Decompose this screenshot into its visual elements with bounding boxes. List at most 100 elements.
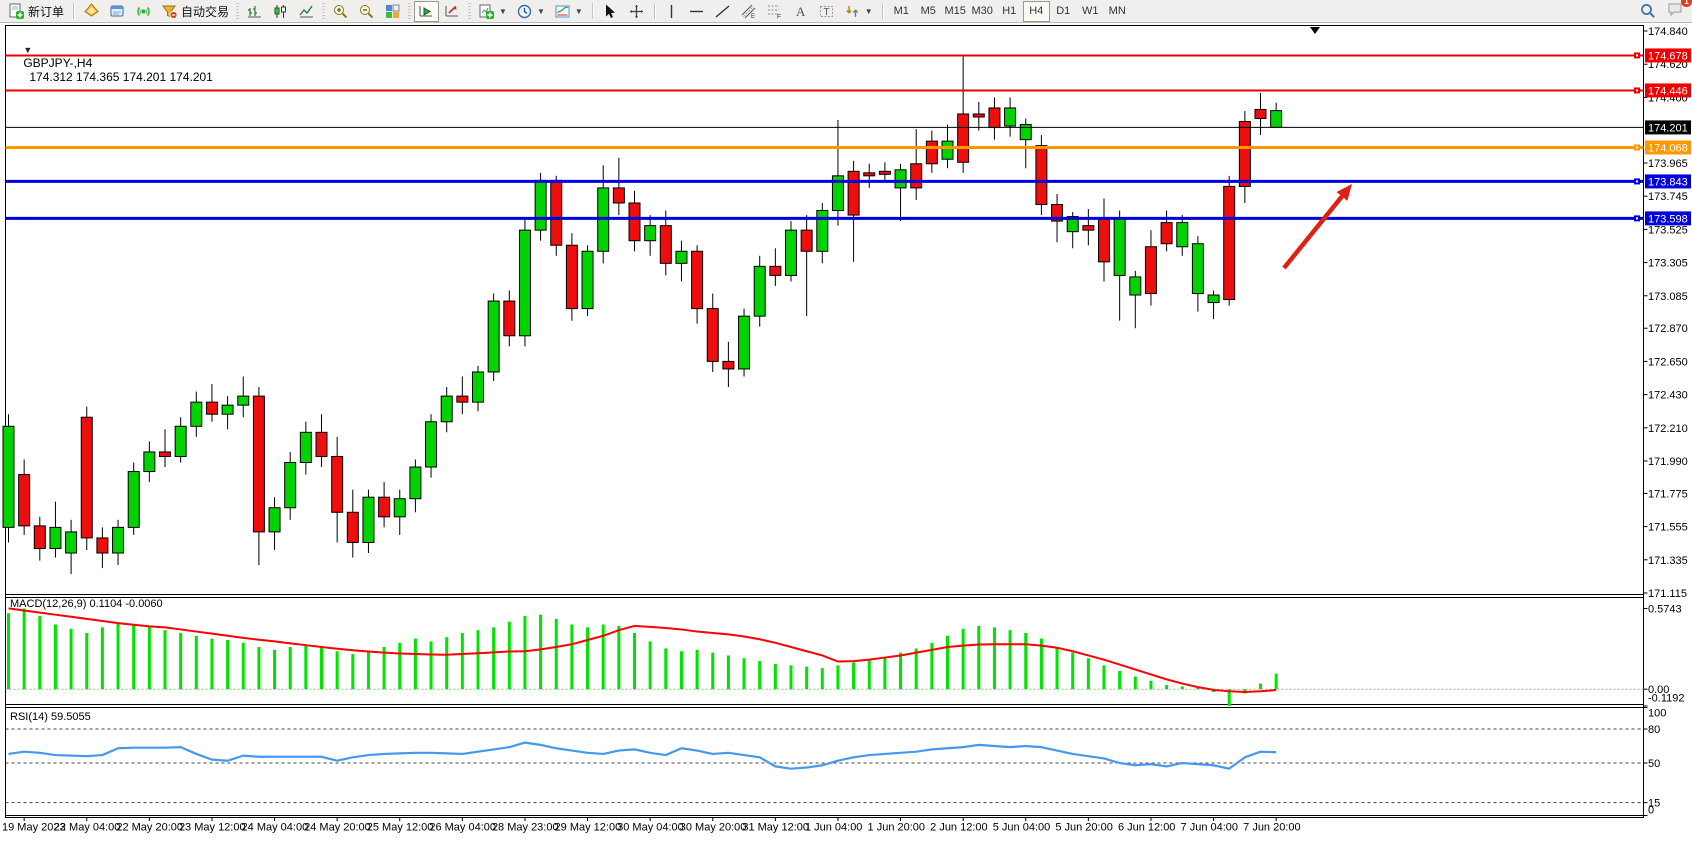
toolbar: 新订单 自动交易 ▼ ▼ — [0, 0, 1692, 23]
timeframe-button-mn[interactable]: MN — [1104, 1, 1131, 22]
trendline-button[interactable] — [710, 1, 735, 22]
horizontal-line-button[interactable] — [684, 1, 709, 22]
timeframe-button-m5[interactable]: M5 — [915, 1, 942, 22]
macd-histogram-bar — [915, 648, 918, 689]
line-chart-button[interactable] — [294, 1, 319, 22]
timeframe-button-m30[interactable]: M30 — [969, 1, 996, 22]
candle-bear — [911, 164, 922, 188]
label-button[interactable]: T — [814, 1, 839, 22]
signals-button[interactable] — [131, 1, 156, 22]
candle-bear — [958, 114, 969, 162]
timeframe-button-h4[interactable]: H4 — [1023, 1, 1050, 22]
new-order-icon — [8, 3, 25, 20]
crosshair-button[interactable] — [624, 1, 649, 22]
templates-button[interactable]: ▼ — [550, 1, 587, 22]
price-axis-label: 172.870 — [1648, 323, 1688, 335]
chart-background[interactable] — [6, 26, 1644, 818]
notification-badge[interactable]: 1 — [1681, 0, 1692, 7]
date-axis-label: 22 May 20:00 — [116, 822, 183, 834]
autoscroll-icon — [418, 3, 435, 20]
candle-bear — [332, 456, 343, 512]
macd-histogram-bar — [1024, 633, 1027, 689]
fibonacci-button[interactable]: F — [762, 1, 787, 22]
macd-histogram-bar — [210, 639, 213, 690]
text-button[interactable]: A — [788, 1, 813, 22]
macd-histogram-bar — [696, 650, 699, 689]
metaeditor-button[interactable] — [79, 1, 104, 22]
timeframe-button-w1[interactable]: W1 — [1077, 1, 1104, 22]
macd-histogram-bar — [1087, 658, 1090, 689]
candle-bear — [81, 417, 92, 538]
macd-histogram-bar — [743, 658, 746, 689]
candle-bull — [175, 426, 186, 456]
macd-histogram-bar — [539, 615, 542, 690]
macd-histogram-bar — [1149, 681, 1152, 689]
candle-bull — [1208, 295, 1219, 303]
toolbar-grip — [408, 3, 411, 19]
macd-axis-label: -0.1192 — [1648, 693, 1685, 705]
autotrading-button[interactable]: 自动交易 — [157, 1, 233, 22]
cursor-button[interactable] — [598, 1, 623, 22]
chart-shift-button[interactable] — [440, 1, 465, 22]
candlestick-chart-icon — [272, 3, 289, 20]
label-icon: T — [818, 3, 835, 20]
candle-bull — [410, 467, 421, 499]
candle-bear — [707, 309, 718, 362]
new-order-button[interactable]: 新订单 — [4, 1, 68, 22]
toolbar-separator — [654, 3, 655, 19]
periods-button[interactable]: ▼ — [512, 1, 549, 22]
macd-histogram-bar — [117, 623, 120, 689]
timeframe-button-m1[interactable]: M1 — [888, 1, 915, 22]
cursor-icon — [602, 3, 619, 20]
collapse-triangle-icon[interactable]: ▼ — [23, 45, 32, 55]
new-order-label: 新订单 — [28, 3, 64, 20]
autoscroll-button[interactable] — [414, 1, 439, 22]
macd-histogram-bar — [836, 665, 839, 689]
candlestick-chart-button[interactable] — [268, 1, 293, 22]
macd-histogram-bar — [54, 625, 57, 690]
macd-histogram-bar — [899, 653, 902, 690]
price-axis-label: 171.115 — [1648, 588, 1687, 600]
arrows-button[interactable]: ▼ — [840, 1, 877, 22]
timeframe-button-h1[interactable]: H1 — [996, 1, 1023, 22]
macd-histogram-bar — [790, 665, 793, 689]
date-axis-label: 25 May 12:00 — [367, 822, 434, 834]
equidistant-channel-button[interactable]: E — [736, 1, 761, 22]
zoom-out-button[interactable] — [354, 1, 379, 22]
toolbar-separator — [73, 3, 74, 19]
price-chart[interactable]: 174.840174.620174.400173.965173.745173.5… — [0, 0, 1692, 839]
price-axis-label: 171.775 — [1648, 488, 1688, 500]
crosshair-icon — [628, 3, 645, 20]
dropdown-caret: ▼ — [865, 7, 873, 16]
vertical-line-button[interactable] — [660, 1, 683, 22]
macd-histogram-bar — [727, 655, 730, 689]
candle-bear — [629, 203, 640, 241]
bar-chart-button[interactable] — [242, 1, 267, 22]
trendline-icon — [714, 3, 731, 20]
macd-indicator-label: MACD(12,26,9) 0.1104 -0.0060 — [10, 598, 163, 610]
candle-bull — [66, 532, 77, 553]
candle-bear — [989, 108, 1000, 128]
candle-bull — [191, 402, 202, 426]
candle-bull — [300, 432, 311, 462]
candle-bull — [269, 508, 280, 532]
zoom-in-button[interactable] — [328, 1, 353, 22]
candle-bull — [238, 396, 249, 405]
timeframe-button-d1[interactable]: D1 — [1050, 1, 1077, 22]
toolbar-grip — [322, 3, 325, 19]
indicators-button[interactable]: ▼ — [474, 1, 511, 22]
macd-histogram-bar — [821, 668, 824, 689]
macd-histogram-bar — [586, 627, 589, 689]
terminal-button[interactable] — [105, 1, 130, 22]
candle-bear — [1239, 122, 1250, 187]
timeframe-button-m15[interactable]: M15 — [942, 1, 969, 22]
search-button[interactable] — [1635, 1, 1661, 22]
candle-bear — [1083, 226, 1094, 231]
candle-bull — [1271, 111, 1282, 128]
rsi-indicator-label: RSI(14) 59.5055 — [10, 711, 91, 723]
tile-windows-button[interactable] — [380, 1, 405, 22]
candle-bear — [206, 402, 217, 414]
toolbar-grip — [468, 3, 471, 19]
date-axis-label: 31 May 12:00 — [742, 822, 809, 834]
candle-bull — [128, 472, 139, 528]
